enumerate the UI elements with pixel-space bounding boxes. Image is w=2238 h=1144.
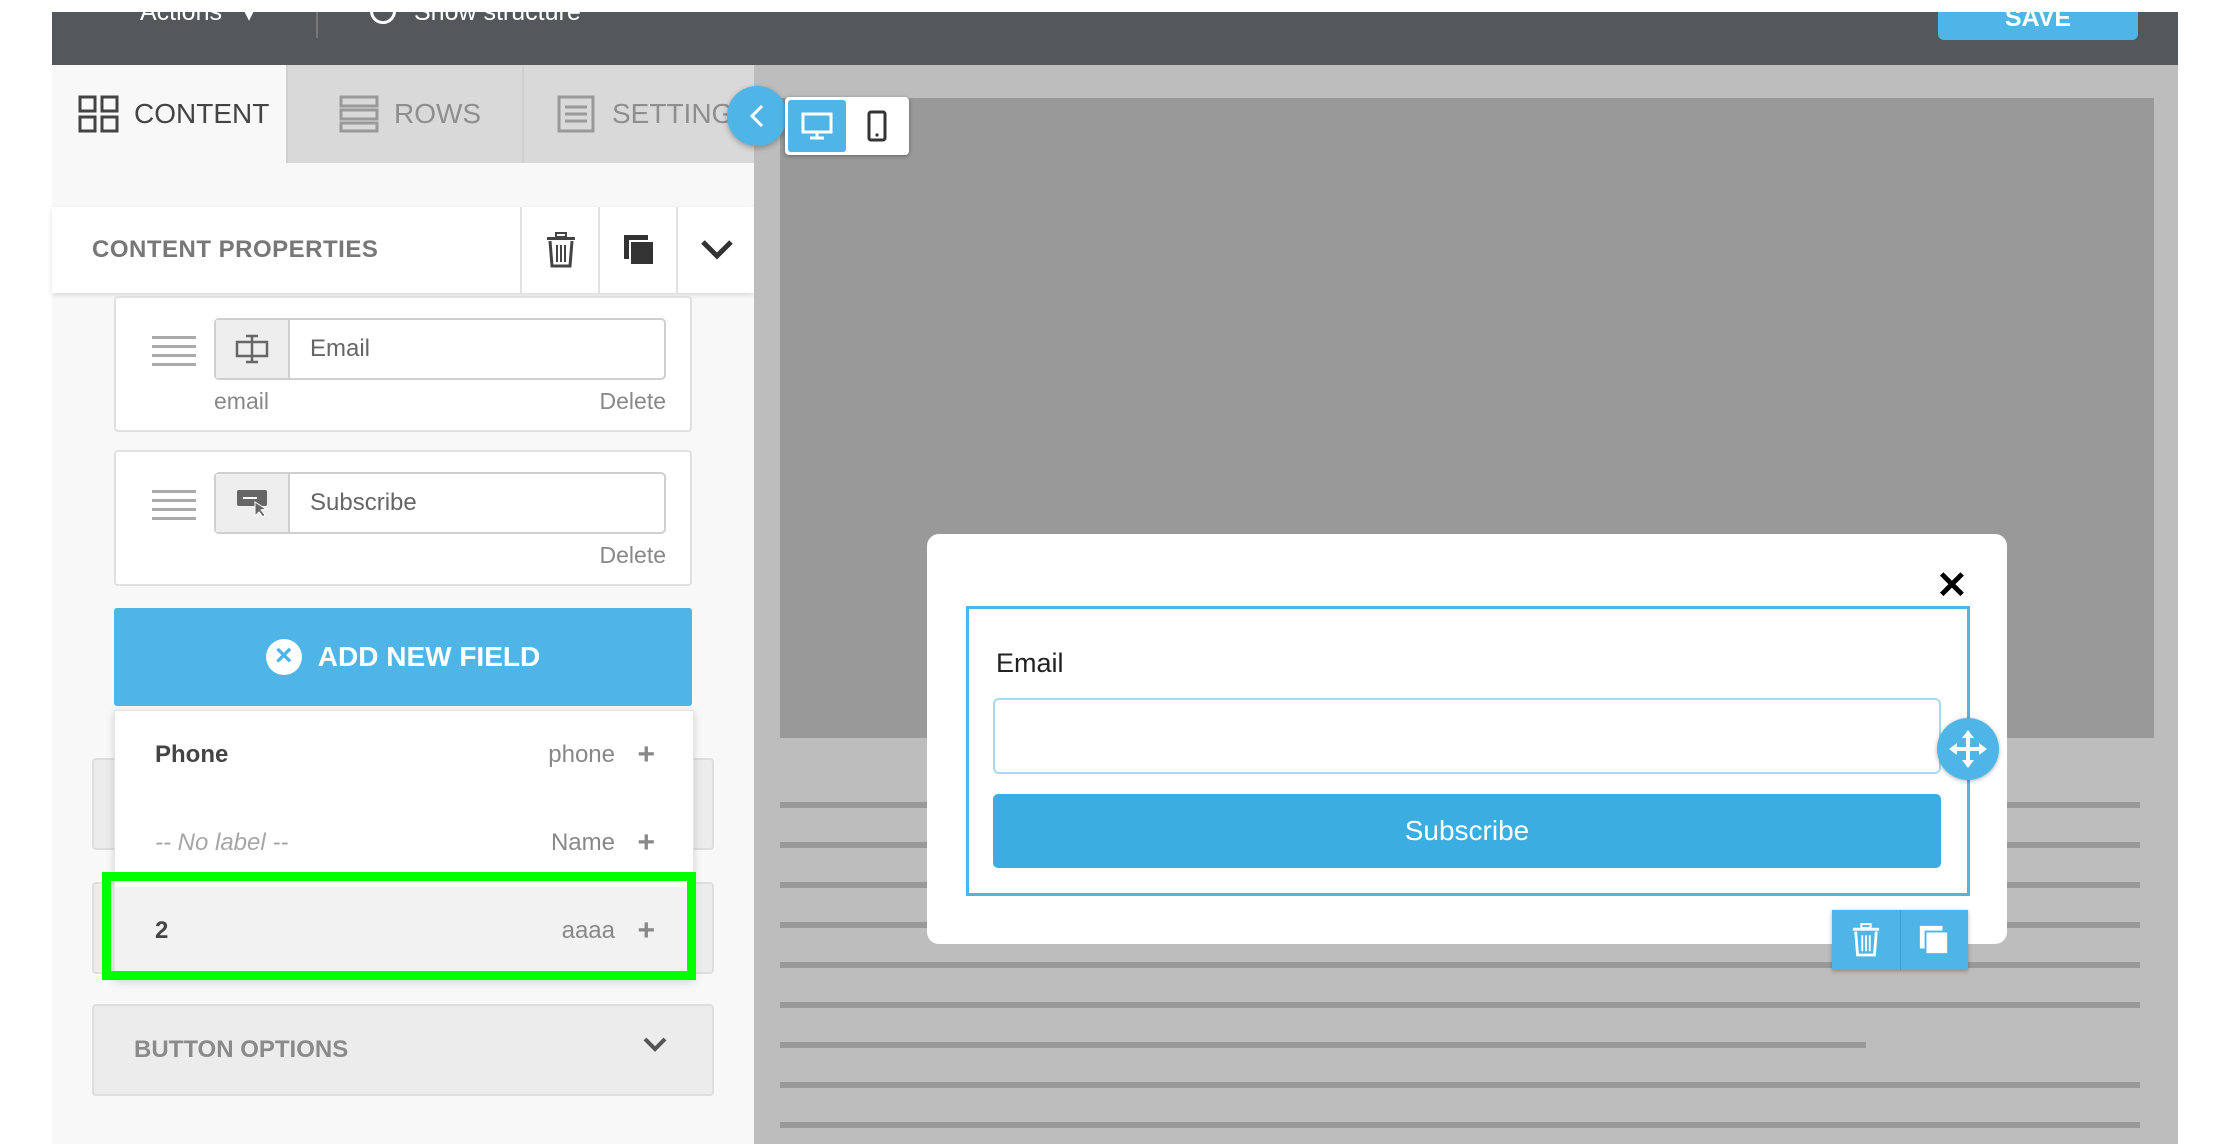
actions-menu[interactable]: Actions bbox=[140, 12, 222, 27]
rows-icon bbox=[339, 95, 379, 133]
trash-icon bbox=[1852, 923, 1879, 957]
tab-content-label: CONTENT bbox=[134, 98, 270, 129]
move-block-handle[interactable] bbox=[1937, 718, 1999, 780]
tab-rows[interactable]: ROWS bbox=[286, 65, 522, 163]
dropdown-item-label: Phone bbox=[155, 741, 229, 768]
text-field-icon bbox=[216, 320, 290, 378]
trash-icon bbox=[547, 232, 575, 268]
field-type-label: email bbox=[214, 388, 269, 414]
text-placeholder-line bbox=[780, 1122, 2140, 1128]
panel-tabs: CONTENT ROWS SETTINGS bbox=[52, 65, 754, 163]
tab-content[interactable]: CONTENT bbox=[52, 65, 286, 163]
submit-button-icon bbox=[216, 474, 290, 532]
duplicate-icon bbox=[1920, 925, 1950, 956]
grid-icon bbox=[78, 95, 119, 133]
collapse-panel-button[interactable] bbox=[727, 86, 787, 146]
form-field-subscribe: Subscribe Delete bbox=[114, 450, 692, 586]
plus-icon: + bbox=[637, 738, 655, 771]
mobile-view-button[interactable] bbox=[848, 100, 906, 152]
duplicate-block-button[interactable] bbox=[598, 207, 678, 293]
dropdown-item-phone[interactable]: Phone phone + bbox=[115, 711, 693, 799]
device-preview-toggle bbox=[785, 97, 909, 155]
show-structure-toggle[interactable]: Show structure bbox=[414, 12, 581, 27]
delete-block-button[interactable] bbox=[1832, 910, 1900, 970]
eye-icon bbox=[370, 12, 396, 24]
chevron-down-icon bbox=[643, 1037, 667, 1052]
chevron-down-icon: ▾ bbox=[244, 12, 255, 26]
content-properties-title: CONTENT PROPERTIES bbox=[92, 236, 379, 263]
top-toolbar: Actions ▾ Show structure SAVE bbox=[52, 12, 2178, 65]
preview-subscribe-button[interactable]: Subscribe bbox=[993, 794, 1941, 868]
button-options-label: BUTTON OPTIONS bbox=[134, 1036, 349, 1063]
chevron-down-icon bbox=[701, 240, 733, 260]
collapse-properties-button[interactable] bbox=[676, 207, 756, 293]
duplicate-block-button[interactable] bbox=[1899, 910, 1969, 970]
toolbar-divider bbox=[316, 12, 318, 38]
plus-circle-icon: × bbox=[265, 639, 302, 675]
settings-icon bbox=[557, 95, 595, 133]
mobile-icon bbox=[867, 110, 887, 142]
save-button[interactable]: SAVE bbox=[1938, 12, 2138, 40]
desktop-icon bbox=[801, 112, 833, 140]
field-label-text: Subscribe bbox=[310, 489, 417, 516]
highlight-box bbox=[102, 872, 696, 980]
move-icon bbox=[1949, 730, 1987, 768]
text-placeholder-line bbox=[780, 1042, 1866, 1048]
content-properties-header: CONTENT PROPERTIES bbox=[52, 207, 754, 293]
field-label-text: Email bbox=[310, 335, 371, 362]
tab-rows-label: ROWS bbox=[394, 98, 482, 129]
preview-email-input[interactable] bbox=[993, 698, 1941, 774]
block-actions-toolbar bbox=[1832, 910, 1968, 970]
button-options-section[interactable]: BUTTON OPTIONS bbox=[92, 1004, 714, 1096]
drag-handle-icon[interactable] bbox=[152, 490, 196, 526]
form-field-email: Email email Delete bbox=[114, 296, 692, 432]
add-new-field-button[interactable]: × ADD NEW FIELD bbox=[114, 608, 692, 706]
tab-settings[interactable]: SETTINGS bbox=[522, 65, 754, 163]
add-new-field-label: ADD NEW FIELD bbox=[317, 641, 541, 672]
field-label-input-email[interactable]: Email bbox=[214, 318, 666, 380]
delete-field-link[interactable]: Delete bbox=[600, 388, 666, 415]
delete-block-button[interactable] bbox=[520, 207, 600, 293]
duplicate-icon bbox=[624, 235, 655, 266]
dropdown-item-key: phone bbox=[548, 741, 615, 768]
desktop-view-button[interactable] bbox=[788, 100, 846, 152]
close-icon[interactable]: ✕ bbox=[1936, 566, 1968, 606]
field-label-input-subscribe[interactable]: Subscribe bbox=[214, 472, 666, 534]
text-placeholder-line bbox=[780, 1082, 2140, 1088]
delete-field-link[interactable]: Delete bbox=[600, 542, 666, 569]
text-placeholder-line bbox=[780, 1002, 2140, 1008]
drag-handle-icon[interactable] bbox=[152, 336, 196, 372]
chevron-left-icon bbox=[749, 104, 764, 128]
preview-email-label: Email bbox=[996, 648, 1064, 678]
